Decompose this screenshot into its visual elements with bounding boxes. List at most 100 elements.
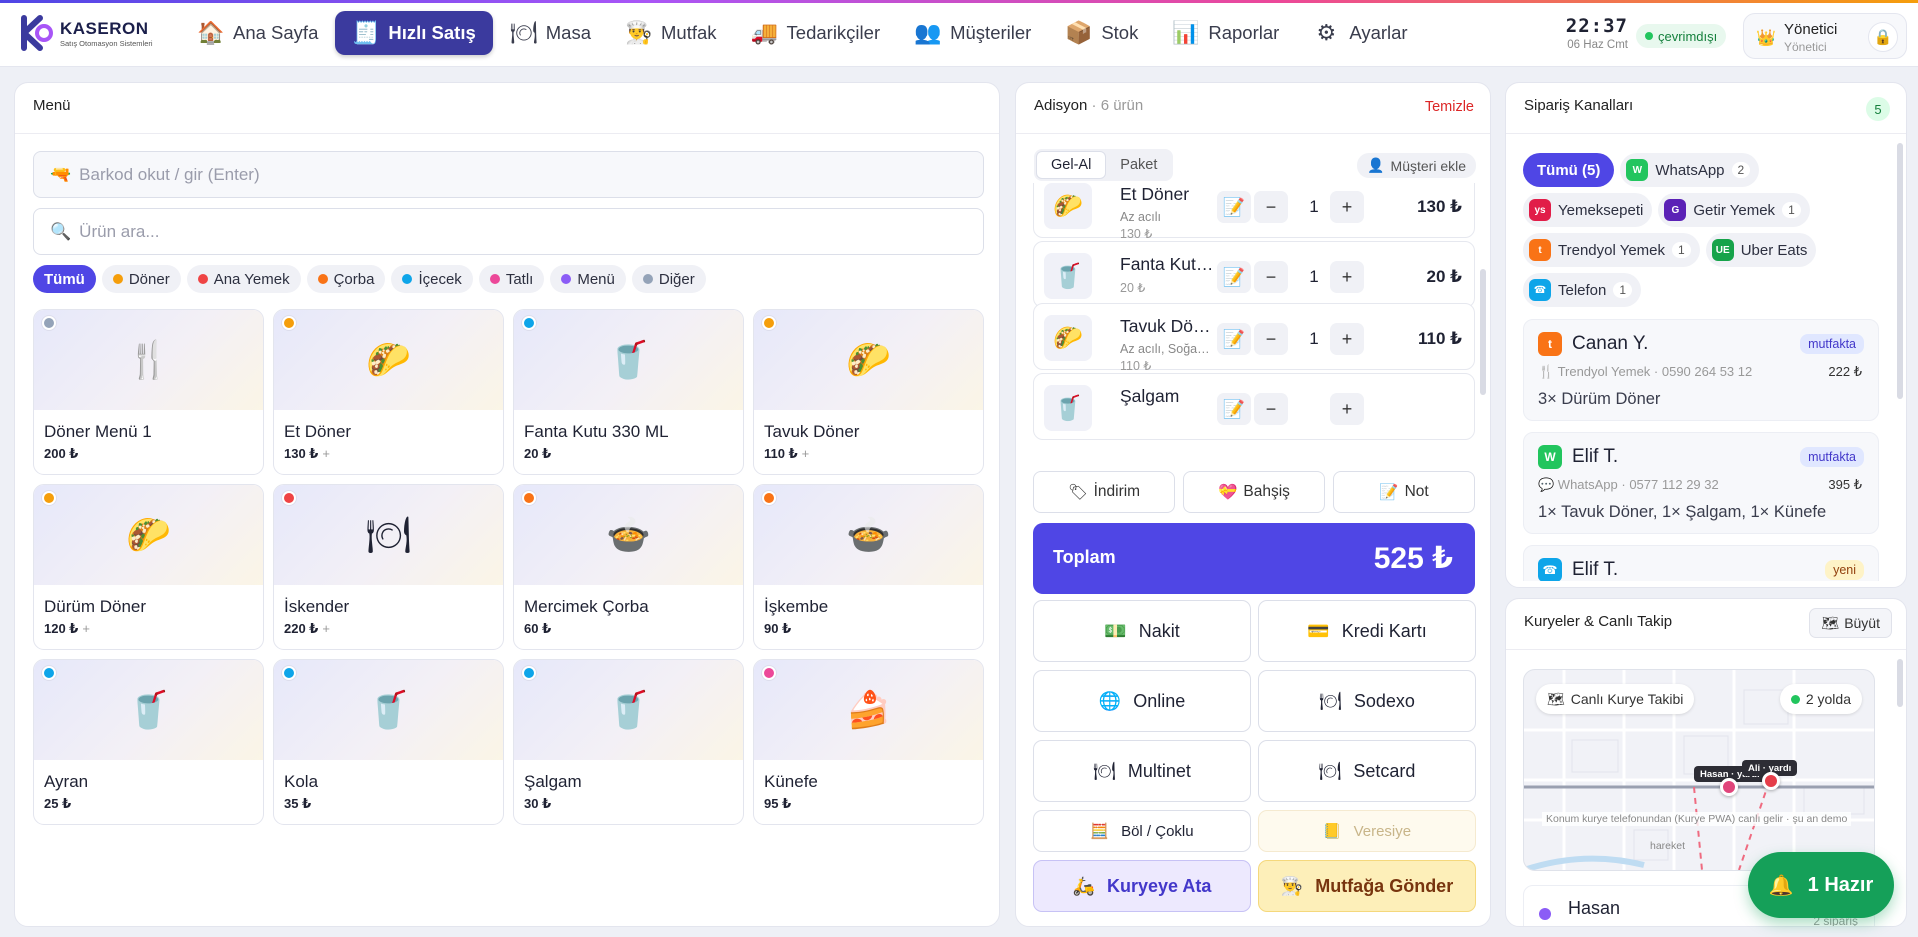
channel-chip[interactable]: Tümü (5) xyxy=(1523,153,1615,187)
category-chip[interactable]: Döner xyxy=(101,265,181,293)
decrease-button[interactable]: − xyxy=(1254,393,1288,425)
category-chip[interactable]: Tümü xyxy=(33,265,96,293)
pay-setcard-button[interactable]: 🍽 Setcard xyxy=(1258,740,1476,802)
nav-truck[interactable]: 🚚 Tedarikçiler xyxy=(734,11,898,55)
increase-button[interactable]: + xyxy=(1330,191,1364,223)
product-card[interactable]: 🥤 Kola 35 ₺ xyxy=(273,659,504,825)
order-customer-name: Canan Y. xyxy=(1572,333,1649,354)
channels-scrollbar[interactable] xyxy=(1897,143,1903,399)
discount-button[interactable]: 🏷 İndirim xyxy=(1033,471,1175,513)
nav-box[interactable]: 📦 Stok xyxy=(1048,11,1155,55)
nav-gear[interactable]: ⚙ Ayarlar xyxy=(1296,11,1424,55)
nav-plate[interactable]: 🍽 Masa xyxy=(493,11,608,55)
mode-package[interactable]: Paket xyxy=(1106,151,1171,179)
nav-house[interactable]: 🏠 Ana Sayfa xyxy=(180,11,335,55)
line-name: Fanta Kut… xyxy=(1120,254,1212,274)
product-card[interactable]: 🥤 Şalgam 30 ₺ xyxy=(513,659,744,825)
product-card[interactable]: 🌮 Et Döner 130 ₺ + xyxy=(273,309,504,475)
tip-button[interactable]: 💝 Bahşiş xyxy=(1183,471,1325,513)
nav-label: Ana Sayfa xyxy=(233,22,319,43)
product-price: 90 ₺ xyxy=(764,621,791,637)
decrease-button[interactable]: − xyxy=(1254,323,1288,355)
nav-receipt[interactable]: 🧾 Hızlı Satış xyxy=(335,11,493,55)
line-quantity: 1 xyxy=(1309,197,1319,216)
pay-online-button[interactable]: 🌐 Online xyxy=(1033,670,1251,732)
note-button[interactable]: 📝 Not xyxy=(1333,471,1475,513)
product-grid: 🍴 Döner Menü 1 200 ₺ 🌮 Et Döner 130 ₺ + 🥤 Fanta … xyxy=(33,309,984,825)
channel-chip[interactable]: ☎ Telefon 1 xyxy=(1523,273,1642,307)
product-card[interactable]: 🍴 Döner Menü 1 200 ₺ xyxy=(33,309,264,475)
assign-courier-button[interactable]: 🛵 Kuryeye Ata xyxy=(1033,860,1251,912)
lock-icon[interactable]: 🔒 xyxy=(1868,22,1898,52)
decrease-button[interactable]: − xyxy=(1254,261,1288,293)
ticket-line[interactable]: 🌮 Tavuk Dö… Az acılı, Soğa… 110 ₺ 📝 − 1 +110 ₺ xyxy=(1033,303,1475,373)
add-customer-button[interactable]: 👤 Müşteri ekle xyxy=(1357,153,1476,178)
channel-chip[interactable]: W WhatsApp 2 xyxy=(1620,153,1760,187)
edit-note-button[interactable]: 📝 xyxy=(1217,323,1251,355)
pay-sodexo-button[interactable]: 🍽 Sodexo xyxy=(1258,670,1476,732)
brand-logo[interactable]: KASERON Satış Otomasyon Sistemleri xyxy=(18,14,153,52)
pay-multinet-button[interactable]: 🍽 Multinet xyxy=(1033,740,1251,802)
live-map[interactable]: 🗺 Canlı Kurye Takibi 2 yolda Hasan · yard… xyxy=(1523,669,1875,871)
increase-button[interactable]: + xyxy=(1330,261,1364,293)
category-dot-icon xyxy=(42,491,56,505)
channel-chip[interactable]: ys Yemeksepeti xyxy=(1523,193,1653,227)
clear-button[interactable]: Temizle xyxy=(1425,99,1474,115)
send-to-kitchen-button[interactable]: 👨‍🍳 Mutfağa Gönder xyxy=(1258,860,1476,912)
couriers-scrollbar[interactable] xyxy=(1897,659,1903,707)
expand-button[interactable]: 🗺 Büyüt xyxy=(1809,608,1892,638)
courier-pin-icon[interactable] xyxy=(1762,772,1780,790)
decrease-button[interactable]: − xyxy=(1254,191,1288,223)
ready-orders-button[interactable]: 🔔 1 Hazır xyxy=(1748,852,1894,918)
product-card[interactable]: 🌮 Tavuk Döner 110 ₺ + xyxy=(753,309,984,475)
nav-people[interactable]: 👥 Müşteriler xyxy=(897,11,1048,55)
product-card[interactable]: 🥤 Fanta Kutu 330 ML 20 ₺ xyxy=(513,309,744,475)
category-chip[interactable]: Menü xyxy=(550,265,626,293)
order-card[interactable]: t Canan Y. mutfakta 🍴 Trendyol Yemek · 0590… xyxy=(1523,319,1879,421)
courier-pin-icon[interactable] xyxy=(1720,778,1738,796)
top-bar: KASERON Satış Otomasyon Sistemleri 🏠 Ana … xyxy=(0,3,1918,67)
ticket-line[interactable]: 🌮 Et Döner Az acılı 130 ₺ 📝 − 1 +130 ₺ xyxy=(1033,183,1475,241)
edit-note-button[interactable]: 📝 xyxy=(1217,393,1251,425)
barcode-input[interactable]: 🔫 Barkod okut / gir (Enter) xyxy=(33,151,984,198)
category-chip[interactable]: Tatlı xyxy=(478,265,545,293)
nav-chef[interactable]: 👨‍🍳 Mutfak xyxy=(608,11,734,55)
channel-chip[interactable]: G Getir Yemek 1 xyxy=(1658,193,1810,227)
product-card[interactable]: 🍲 İşkembe 90 ₺ xyxy=(753,484,984,650)
chef-icon: 👨‍🍳 xyxy=(625,20,653,45)
nav-chart[interactable]: 📊 Raporlar xyxy=(1155,11,1296,55)
category-chip[interactable]: Diğer xyxy=(631,265,706,293)
product-image: 🍽 xyxy=(274,485,503,585)
user-menu[interactable]: 👑 Yönetici Yönetici 🔒 xyxy=(1743,13,1907,59)
increase-button[interactable]: + xyxy=(1330,323,1364,355)
product-card[interactable]: 🍰 Künefe 95 ₺ xyxy=(753,659,984,825)
ticket-line[interactable]: 🥤 Şalgam 📝 − + xyxy=(1033,373,1475,440)
product-search-input[interactable]: 🔍 Ürün ara... xyxy=(33,208,984,255)
pay-cash-button[interactable]: 💵 Nakit xyxy=(1033,600,1251,662)
split-payment-button[interactable]: 🧮 Böl / Çoklu xyxy=(1033,810,1251,852)
category-chip[interactable]: Çorba xyxy=(306,265,386,293)
product-image: 🥤 xyxy=(514,310,743,410)
pay-label: Nakit xyxy=(1138,620,1180,641)
category-chip[interactable]: İçecek xyxy=(391,265,473,293)
credit-button[interactable]: 📒 Veresiye xyxy=(1258,810,1476,852)
product-card[interactable]: 🍲 Mercimek Çorba 60 ₺ xyxy=(513,484,744,650)
order-card[interactable]: ☎ Elif T. yeni xyxy=(1523,545,1879,581)
mode-takeaway[interactable]: Gel-Al xyxy=(1036,151,1107,179)
edit-note-button[interactable]: 📝 xyxy=(1217,261,1251,293)
plate-icon: 🍽 xyxy=(1093,760,1116,781)
category-chip[interactable]: Ana Yemek xyxy=(186,265,301,293)
cake-icon: 🍰 xyxy=(846,689,891,730)
ticket-scrollbar[interactable] xyxy=(1480,269,1486,395)
product-card[interactable]: 🌮 Dürüm Döner 120 ₺ + xyxy=(33,484,264,650)
ticket-line[interactable]: 🥤 Fanta Kut… 20 ₺ 📝 − 1 +20 ₺ xyxy=(1033,241,1475,308)
product-card[interactable]: 🍽 İskender 220 ₺ + xyxy=(273,484,504,650)
increase-button[interactable]: + xyxy=(1330,393,1364,425)
channel-chip[interactable]: UE Uber Eats xyxy=(1705,233,1817,267)
category-dot-icon xyxy=(522,491,536,505)
pay-credit-card-button[interactable]: 💳 Kredi Kartı xyxy=(1258,600,1476,662)
edit-note-button[interactable]: 📝 xyxy=(1217,191,1251,223)
channel-chip[interactable]: t Trendyol Yemek 1 xyxy=(1523,233,1700,267)
product-card[interactable]: 🥤 Ayran 25 ₺ xyxy=(33,659,264,825)
order-card[interactable]: W Elif T. mutfakta 💬 WhatsApp · 0577 112 29… xyxy=(1523,432,1879,534)
